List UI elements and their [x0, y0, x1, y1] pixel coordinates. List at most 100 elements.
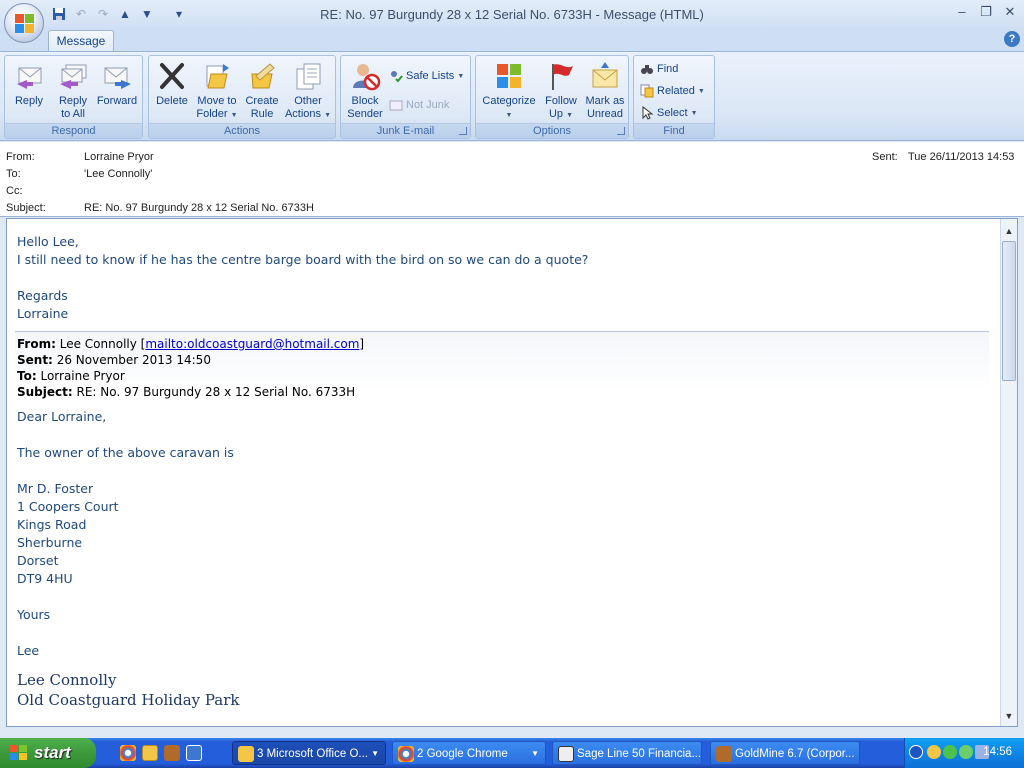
close-button[interactable]: ✕: [998, 4, 1022, 22]
message-header: From: Lorraine Pryor To: 'Lee Connolly' …: [0, 142, 1024, 217]
find-button[interactable]: Find: [640, 60, 678, 78]
original-sent-value: 26 November 2013 14:50: [56, 353, 211, 367]
to-value[interactable]: 'Lee Connolly': [84, 168, 152, 180]
original-to-label: To:: [17, 369, 37, 383]
body-line: [17, 624, 989, 642]
body-line: Kings Road: [17, 517, 87, 532]
forward-icon: [101, 60, 133, 92]
reply-all-button[interactable]: Reply to All: [51, 58, 95, 124]
junk-email-group-label: Junk E-mail: [341, 123, 470, 138]
create-rule-label-1: Create: [245, 95, 279, 107]
window-title: RE: No. 97 Burgundy 28 x 12 Serial No. 6…: [320, 7, 704, 22]
follow-up-button[interactable]: Follow Up ▼: [540, 58, 582, 124]
body-line: [17, 269, 989, 287]
tab-message[interactable]: Message: [48, 30, 114, 52]
to-label: To:: [6, 168, 21, 180]
original-message-body: Dear Lorraine, The owner of the above ca…: [17, 408, 989, 710]
taskbar-item-goldmine[interactable]: GoldMine 6.7 (Corpor...: [710, 741, 860, 765]
safe-lists-icon: [389, 69, 403, 83]
other-actions-label-2-row: Actions ▼: [283, 108, 333, 122]
categorize-button[interactable]: Categorize ▼: [478, 58, 540, 124]
junk-email-dialog-launcher[interactable]: [459, 127, 467, 135]
chrome-quicklaunch-icon[interactable]: [120, 745, 136, 761]
subject-label: Subject:: [6, 202, 46, 214]
chevron-down-icon: ▼: [531, 749, 539, 758]
respond-group-label: Respond: [5, 123, 142, 138]
office-button[interactable]: [4, 3, 44, 43]
ribbon-tab-row: Message ?: [0, 28, 1024, 52]
move-to-folder-button[interactable]: Move to Folder ▼: [193, 58, 241, 124]
ie-quicklaunch-icon[interactable]: [186, 745, 202, 761]
other-actions-button[interactable]: Other Actions ▼: [283, 58, 333, 124]
create-rule-icon: [246, 60, 278, 92]
ribbon: Reply Reply to All Forward Respond Delet…: [0, 51, 1024, 141]
mark-as-unread-button[interactable]: Mark as Unread: [582, 58, 628, 124]
follow-up-label-2: Up: [548, 108, 564, 120]
delete-button[interactable]: Delete: [151, 58, 193, 124]
minimize-button[interactable]: –: [950, 4, 974, 22]
vertical-scrollbar[interactable]: ▲ ▼: [1000, 219, 1017, 726]
chevron-down-icon: ▼: [690, 109, 698, 117]
reply-button[interactable]: Reply: [7, 58, 51, 124]
chevron-down-icon: ▼: [324, 112, 332, 119]
body-line: [17, 426, 989, 444]
options-group: Categorize ▼ Follow Up ▼ Mark as Unread …: [475, 55, 629, 139]
scrollbar-thumb[interactable]: [1002, 241, 1016, 381]
start-button[interactable]: start: [0, 738, 96, 768]
taskbar-item-chrome[interactable]: 2 Google Chrome ▼: [392, 741, 546, 765]
other-actions-icon: [292, 60, 324, 92]
body-line: [17, 588, 989, 606]
help-icon[interactable]: ?: [1004, 31, 1020, 47]
body-line: Mr D. Foster: [17, 481, 94, 496]
body-line: The owner of the above caravan is: [17, 445, 234, 460]
clock[interactable]: 14:56: [983, 746, 1012, 758]
subject-value: RE: No. 97 Burgundy 28 x 12 Serial No. 6…: [84, 202, 314, 214]
related-button[interactable]: Related ▼: [640, 82, 705, 100]
taskbar-item-label: Sage Line 50 Financia...: [577, 748, 702, 760]
body-line: Dorset: [17, 553, 59, 568]
original-sent-label: Sent:: [17, 353, 53, 367]
goldmine-quicklaunch-icon[interactable]: [164, 745, 180, 761]
create-rule-button[interactable]: Create Rule: [241, 58, 283, 124]
move-to-folder-label-2: Folder: [196, 108, 228, 120]
original-from-mailto-link[interactable]: mailto:oldcoastguard@hotmail.com: [145, 337, 359, 351]
not-junk-button[interactable]: Not Junk: [389, 96, 449, 114]
outlook-tray-icon[interactable]: [927, 745, 941, 759]
scroll-down-arrow-icon[interactable]: ▼: [1001, 708, 1017, 724]
chevron-down-icon: ▼: [566, 112, 574, 119]
tray-expand-icon[interactable]: [909, 745, 923, 759]
sage-icon: [558, 746, 574, 762]
restore-button[interactable]: ❐: [974, 4, 998, 22]
message-body[interactable]: Hello Lee, I still need to know if he ha…: [6, 218, 1018, 727]
outlook-quicklaunch-icon[interactable]: [142, 745, 158, 761]
move-to-folder-label-2-row: Folder ▼: [193, 108, 241, 122]
original-to-value: Lorraine Pryor: [40, 369, 125, 383]
mark-as-unread-label-1: Mark as: [585, 95, 625, 107]
chevron-down-icon: ▼: [371, 749, 379, 758]
taskbar-item-outlook[interactable]: 3 Microsoft Office O... ▼: [232, 741, 386, 765]
original-from-row: From: Lee Connolly [mailto:oldcoastguard…: [17, 337, 365, 351]
categorize-icon: [493, 60, 525, 92]
original-subject-row: Subject: RE: No. 97 Burgundy 28 x 12 Ser…: [17, 384, 364, 400]
not-junk-icon: [389, 98, 403, 112]
taskbar: start 3 Microsoft Office O... ▼ 2 Google…: [0, 738, 1024, 768]
taskbar-item-sage[interactable]: Sage Line 50 Financia...: [552, 741, 702, 765]
actions-group-label: Actions: [149, 123, 335, 138]
follow-up-flag-icon: [545, 60, 577, 92]
forward-button[interactable]: Forward: [93, 58, 141, 124]
block-sender-button[interactable]: Block Sender: [343, 58, 387, 124]
related-label: Related: [657, 85, 695, 97]
block-sender-label-2: Sender: [347, 108, 383, 120]
windows-flag-icon: [10, 745, 28, 761]
other-actions-label-1: Other: [294, 95, 322, 107]
network-tray-icon[interactable]: [959, 745, 973, 759]
select-button[interactable]: Select ▼: [640, 104, 698, 122]
taskbar-item-label: 3 Microsoft Office O...: [257, 748, 368, 760]
safe-lists-button[interactable]: Safe Lists ▼: [389, 67, 464, 85]
status-tray-icon[interactable]: [943, 745, 957, 759]
from-value[interactable]: Lorraine Pryor: [84, 151, 154, 163]
from-label: From:: [6, 151, 35, 163]
scroll-up-arrow-icon[interactable]: ▲: [1001, 223, 1017, 239]
options-dialog-launcher[interactable]: [617, 127, 625, 135]
safe-lists-label: Safe Lists: [406, 70, 455, 82]
